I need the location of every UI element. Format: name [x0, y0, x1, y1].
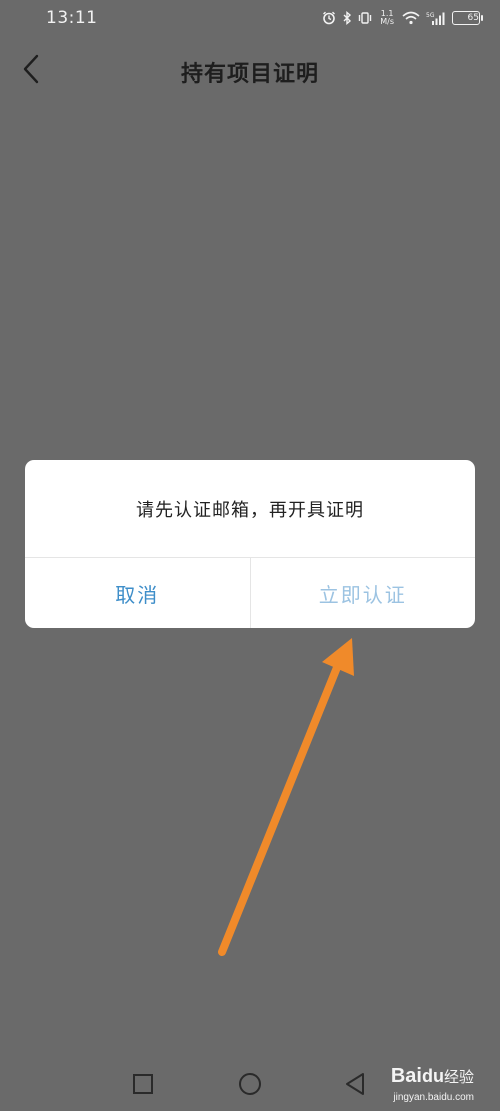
battery-icon: 65: [452, 11, 483, 25]
battery-level: 65: [467, 13, 479, 23]
header: 持有项目证明: [0, 40, 500, 100]
status-icons: 1.1 M/s 5G 65: [322, 10, 483, 26]
dialog-actions: 取消 立即认证: [25, 558, 475, 628]
watermark: Baidu经验 jingyan.baidu.com: [354, 1056, 474, 1103]
alarm-icon: [322, 11, 336, 25]
signal-icon: 5G: [426, 11, 446, 25]
net-speed: 1.1 M/s: [380, 10, 394, 26]
page-title: 持有项目证明: [180, 61, 319, 87]
bluetooth-icon: [342, 11, 352, 25]
svg-text:5G: 5G: [426, 12, 435, 19]
dialog-message: 请先认证邮箱，再开具证明: [25, 460, 475, 558]
confirm-dialog: 请先认证邮箱，再开具证明 取消 立即认证: [25, 460, 475, 628]
status-time: 13:11: [46, 8, 98, 28]
status-bar: 13:11 1.1 M/s 5G 65: [0, 0, 500, 36]
watermark-brand: Baidu经验: [390, 1065, 474, 1087]
recent-apps-button[interactable]: [131, 1072, 155, 1096]
confirm-button[interactable]: 立即认证: [251, 558, 476, 628]
vibrate-icon: [358, 11, 372, 25]
net-speed-unit: M/s: [380, 17, 394, 26]
paw-logo-icon: du: [421, 1066, 444, 1086]
wifi-icon: [402, 11, 420, 25]
recent-apps-icon: [133, 1074, 153, 1094]
cancel-button[interactable]: 取消: [25, 558, 251, 628]
watermark-url: jingyan.baidu.com: [393, 1092, 474, 1103]
home-icon: [239, 1073, 261, 1095]
home-button[interactable]: [238, 1072, 262, 1096]
